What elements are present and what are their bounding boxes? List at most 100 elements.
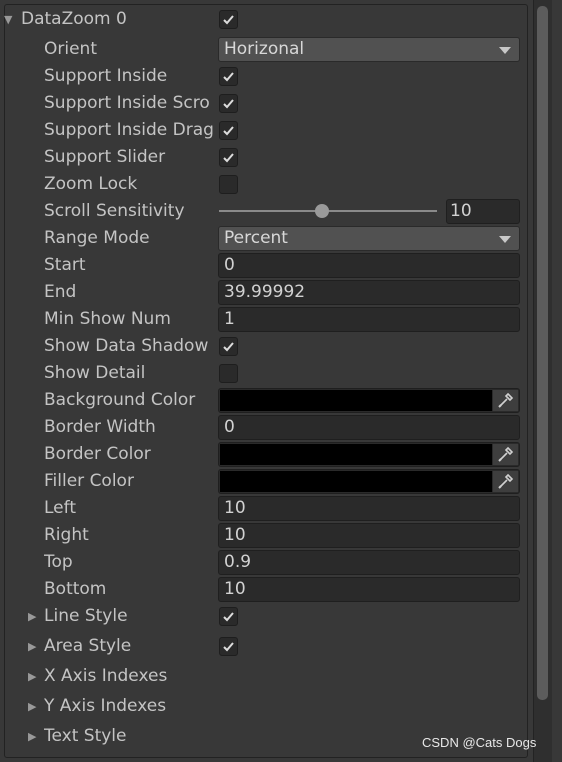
- support-inside-row: Support Inside: [0, 63, 530, 90]
- dropdown-arrow-icon: [499, 236, 511, 243]
- border-width-label: Border Width: [44, 417, 156, 437]
- support-inside-checkbox[interactable]: [219, 67, 238, 86]
- datazoom-header[interactable]: ▼ DataZoom 0: [0, 6, 530, 33]
- range-mode-value: Percent: [224, 228, 288, 248]
- line-style-checkbox[interactable]: [219, 607, 238, 626]
- eyedropper-icon[interactable]: [493, 390, 518, 411]
- checkmark-icon: [223, 612, 234, 622]
- left-label: Left: [44, 498, 76, 518]
- checkmark-icon: [223, 342, 234, 352]
- min-show-num-input[interactable]: 1: [218, 307, 520, 332]
- min-show-num-row: Min Show Num 1: [0, 306, 530, 333]
- right-label: Right: [44, 525, 89, 545]
- foldout-arrow-icon[interactable]: ▶: [28, 603, 36, 630]
- background-color-field[interactable]: [218, 388, 520, 413]
- min-show-num-label: Min Show Num: [44, 309, 171, 329]
- y-axis-indexes-row[interactable]: ▶ Y Axis Indexes: [0, 693, 530, 721]
- background-color-label: Background Color: [44, 390, 196, 410]
- top-label: Top: [44, 552, 73, 572]
- support-inside-scroll-row: Support Inside Scro: [0, 90, 530, 117]
- support-slider-label: Support Slider: [44, 147, 166, 167]
- filler-color-swatch[interactable]: [220, 471, 492, 492]
- foldout-arrow-icon[interactable]: ▶: [28, 693, 36, 720]
- y-axis-indexes-label: Y Axis Indexes: [44, 696, 167, 716]
- checkmark-icon: [223, 126, 234, 136]
- border-color-swatch[interactable]: [220, 444, 492, 465]
- line-style-row[interactable]: ▶ Line Style: [0, 603, 530, 631]
- orient-dropdown[interactable]: Horizonal: [218, 37, 520, 62]
- scroll-sensitivity-label: Scroll Sensitivity: [44, 201, 185, 221]
- support-slider-checkbox[interactable]: [219, 148, 238, 167]
- area-style-row[interactable]: ▶ Area Style: [0, 633, 530, 661]
- start-row: Start 0: [0, 252, 530, 279]
- datazoom-title: DataZoom 0: [21, 9, 127, 29]
- show-detail-label: Show Detail: [44, 363, 146, 383]
- bottom-label: Bottom: [44, 579, 107, 599]
- support-inside-scroll-checkbox[interactable]: [219, 94, 238, 113]
- show-data-shadow-label: Show Data Shadow: [44, 336, 209, 356]
- support-inside-scroll-label: Support Inside Scro: [44, 93, 210, 113]
- zoom-lock-row: Zoom Lock: [0, 171, 530, 198]
- checkmark-icon: [223, 15, 234, 25]
- end-input[interactable]: 39.99992: [218, 280, 520, 305]
- support-inside-label: Support Inside: [44, 66, 168, 86]
- end-row: End 39.99992: [0, 279, 530, 306]
- start-label: Start: [44, 255, 86, 275]
- border-color-row: Border Color: [0, 441, 530, 468]
- checkmark-icon: [223, 153, 234, 163]
- show-data-shadow-row: Show Data Shadow: [0, 333, 530, 360]
- right-row: Right 10: [0, 522, 530, 549]
- range-mode-row: Range Mode Percent: [0, 225, 530, 252]
- show-data-shadow-checkbox[interactable]: [219, 337, 238, 356]
- scroll-sensitivity-input[interactable]: 10: [446, 199, 520, 224]
- border-width-row: Border Width 0: [0, 414, 530, 441]
- end-label: End: [44, 282, 77, 302]
- range-mode-label: Range Mode: [44, 228, 150, 248]
- checkmark-icon: [223, 99, 234, 109]
- line-style-label: Line Style: [44, 606, 128, 626]
- range-mode-dropdown[interactable]: Percent: [218, 226, 520, 251]
- background-color-swatch[interactable]: [220, 390, 492, 411]
- datazoom-enabled-checkbox[interactable]: [219, 10, 238, 29]
- right-input[interactable]: 10: [218, 523, 520, 548]
- bottom-input[interactable]: 10: [218, 577, 520, 602]
- border-color-field[interactable]: [218, 442, 520, 467]
- scroll-sensitivity-slider-handle[interactable]: [315, 204, 329, 218]
- scroll-sensitivity-row: Scroll Sensitivity 10: [0, 198, 530, 225]
- show-detail-checkbox[interactable]: [219, 364, 238, 383]
- top-input[interactable]: 0.9: [218, 550, 520, 575]
- right-edge: [552, 0, 562, 762]
- text-style-label: Text Style: [44, 726, 127, 746]
- eyedropper-icon[interactable]: [493, 471, 518, 492]
- support-slider-row: Support Slider: [0, 144, 530, 171]
- eyedropper-icon[interactable]: [493, 444, 518, 465]
- bottom-row: Bottom 10: [0, 576, 530, 603]
- checkmark-icon: [223, 642, 234, 652]
- filler-color-row: Filler Color: [0, 468, 530, 495]
- foldout-arrow-icon[interactable]: ▼: [4, 6, 12, 33]
- orient-row: Orient Horizonal: [0, 36, 530, 63]
- left-row: Left 10: [0, 495, 530, 522]
- x-axis-indexes-label: X Axis Indexes: [44, 666, 168, 686]
- support-inside-drag-row: Support Inside Drag: [0, 117, 530, 144]
- scrollbar-thumb[interactable]: [537, 6, 548, 700]
- border-width-input[interactable]: 0: [218, 415, 520, 440]
- support-inside-drag-checkbox[interactable]: [219, 121, 238, 140]
- dropdown-arrow-icon: [499, 47, 511, 54]
- filler-color-field[interactable]: [218, 469, 520, 494]
- orient-label: Orient: [44, 39, 97, 59]
- filler-color-label: Filler Color: [44, 471, 134, 491]
- support-inside-drag-label: Support Inside Drag: [44, 120, 214, 140]
- x-axis-indexes-row[interactable]: ▶ X Axis Indexes: [0, 663, 530, 691]
- start-input[interactable]: 0: [218, 253, 520, 278]
- foldout-arrow-icon[interactable]: ▶: [28, 633, 36, 660]
- orient-value: Horizonal: [224, 39, 305, 59]
- zoom-lock-checkbox[interactable]: [219, 175, 238, 194]
- area-style-checkbox[interactable]: [219, 637, 238, 656]
- watermark: CSDN @Cats Dogs: [422, 735, 537, 750]
- border-color-label: Border Color: [44, 444, 151, 464]
- foldout-arrow-icon[interactable]: ▶: [28, 723, 36, 750]
- checkmark-icon: [223, 72, 234, 82]
- left-input[interactable]: 10: [218, 496, 520, 521]
- foldout-arrow-icon[interactable]: ▶: [28, 663, 36, 690]
